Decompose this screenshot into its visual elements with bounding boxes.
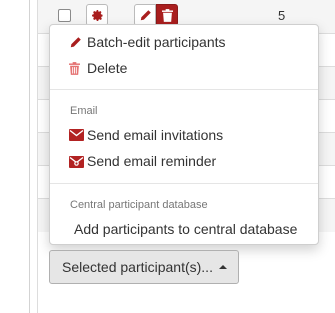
central-db-section-header: Central participant database [70,199,208,211]
left-border [29,0,30,313]
email-section-header: Email [70,105,98,117]
row-delete-button[interactable] [156,4,178,26]
delete-menu-item[interactable]: Delete [50,56,318,80]
selected-participants-menu: Batch-edit participants Delete Email Sen… [49,24,319,245]
row-settings-button[interactable] [86,4,108,26]
add-to-central-db-menu-item[interactable]: Add participants to central database [50,217,318,241]
menu-divider [50,183,318,184]
batch-edit-menu-item[interactable]: Batch-edit participants [50,30,318,54]
pencil-icon [139,9,152,22]
row-id: 5 [278,8,286,23]
caret-up-icon [218,265,227,269]
send-invitations-label: Send email invitations [87,127,224,143]
send-invitations-menu-item[interactable]: Send email invitations [50,123,318,147]
row-checkbox[interactable] [58,9,71,22]
selected-participants-button[interactable]: Selected participant(s)... [49,250,239,284]
envelope-icon [69,129,85,141]
menu-divider [50,89,318,90]
batch-edit-label: Batch-edit participants [87,34,226,50]
envelope-reminder-icon [69,155,85,168]
selected-participants-label: Selected participant(s)... [62,259,213,275]
gear-icon [91,9,104,22]
trash-icon [69,61,85,75]
pencil-icon [69,36,85,49]
trash-icon [162,9,173,22]
add-to-central-db-label: Add participants to central database [74,221,298,237]
send-reminder-menu-item[interactable]: Send email reminder [50,149,318,173]
row-edit-button[interactable] [134,4,156,26]
send-reminder-label: Send email reminder [87,153,217,169]
delete-label: Delete [87,60,128,76]
